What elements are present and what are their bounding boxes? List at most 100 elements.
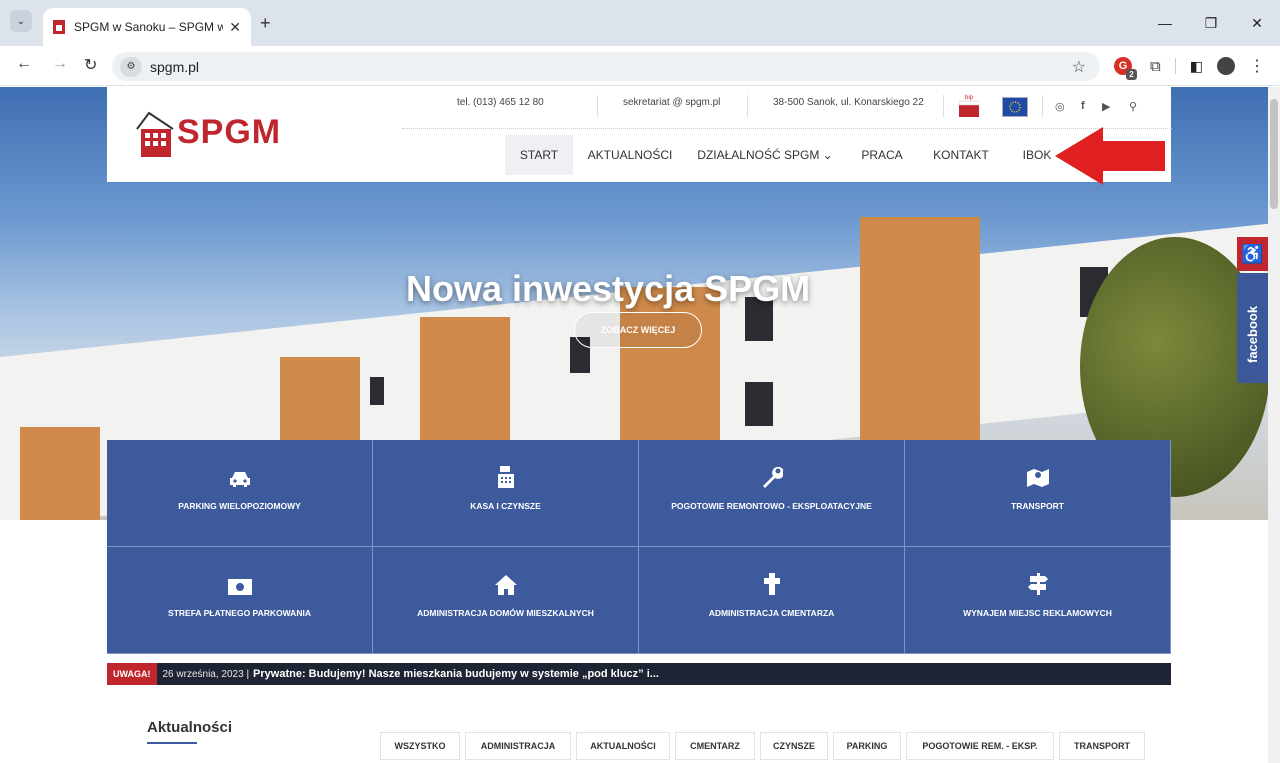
divider <box>943 95 944 117</box>
bip-label: bip <box>965 95 974 101</box>
facebook-side-tab[interactable]: facebook <box>1237 273 1268 383</box>
url-text: spgm.pl <box>150 58 200 75</box>
cross-icon <box>763 573 780 595</box>
tile-label: WYNAJEM MIEJSC REKLAMOWYCH <box>963 608 1112 618</box>
filter-administracja[interactable]: ADMINISTRACJA <box>465 732 571 760</box>
tile-cmentarz[interactable]: ADMINISTRACJA CMENTARZA <box>639 547 905 654</box>
filter-czynsze[interactable]: CZYNSZE <box>760 732 828 760</box>
extension-toolbar: G2 ⧉ ◧ ⋮ <box>1114 56 1265 80</box>
menu-item-start[interactable]: START <box>505 135 573 175</box>
services-grid: PARKING WIELOPOZIOMOWY KASA I CZYNSZE PO… <box>107 440 1171 654</box>
toolbar-divider <box>1174 58 1176 74</box>
news-section-title: Aktualności <box>147 719 233 736</box>
car-icon <box>229 472 250 487</box>
tile-kasa[interactable]: KASA I CZYNSZE <box>373 440 639 547</box>
ticker-date: 26 września, 2023 | <box>162 668 250 680</box>
side-panel-icon[interactable]: ◧ <box>1190 58 1203 75</box>
tile-parking[interactable]: PARKING WIELOPOZIOMOWY <box>107 440 373 547</box>
accessibility-icon[interactable]: ♿ <box>1237 237 1268 271</box>
extension-badge: 2 <box>1126 69 1137 80</box>
tab-close-button[interactable]: ✕ <box>229 19 241 36</box>
web-page: SPGM tel. (013) 465 12 80 sekretariat @ … <box>0 87 1268 763</box>
signpost-icon <box>1027 573 1048 595</box>
logo-text: SPGM <box>177 113 282 151</box>
browser-tab[interactable]: SPGM w Sanoku – SPGM w San ✕ <box>43 8 251 46</box>
eu-stars-icon <box>1009 101 1021 113</box>
section-underline <box>147 742 197 744</box>
house-icon <box>494 575 517 595</box>
address-bar[interactable]: ⚙ spgm.pl ☆ <box>112 52 1100 81</box>
tile-label: KASA I CZYNSZE <box>470 501 541 511</box>
filter-cmentarz[interactable]: CMENTARZ <box>675 732 755 760</box>
annotation-arrow-icon <box>1055 127 1165 185</box>
scrollbar-thumb[interactable] <box>1270 99 1278 209</box>
tile-transport[interactable]: TRANSPORT <box>905 440 1171 547</box>
restore-button[interactable]: ❐ <box>1188 0 1234 46</box>
divider <box>1042 95 1043 117</box>
tile-label: PARKING WIELOPOZIOMOWY <box>178 501 301 511</box>
filter-transport[interactable]: TRANSPORT <box>1059 732 1145 760</box>
divider <box>747 95 748 117</box>
hero-title: Nowa inwestycja SPGM <box>406 268 811 309</box>
cash-register-icon <box>497 466 514 488</box>
instagram-icon[interactable]: ◎ <box>1055 100 1065 113</box>
profile-avatar-icon[interactable] <box>1216 57 1235 75</box>
phone-text[interactable]: tel. (013) 465 12 80 <box>457 97 544 108</box>
eu-flag-icon[interactable] <box>1002 97 1028 117</box>
reload-icon[interactable]: ↻ <box>84 55 97 75</box>
building-balcony-block <box>20 427 100 520</box>
minimize-button[interactable]: — <box>1142 0 1188 46</box>
map-icon <box>1026 469 1049 487</box>
page-scrollbar[interactable] <box>1268 87 1280 763</box>
menu-item-praca[interactable]: PRACA <box>852 135 912 175</box>
tile-label: ADMINISTRACJA DOMÓW MIESZKALNYCH <box>417 608 594 618</box>
new-tab-button[interactable]: + <box>260 13 271 34</box>
building-window <box>745 382 773 426</box>
tile-label: ADMINISTRACJA CMENTARZA <box>708 608 835 618</box>
facebook-icon[interactable]: f <box>1081 100 1085 112</box>
spgm-logo[interactable]: SPGM <box>135 107 305 157</box>
wrench-icon <box>762 466 783 488</box>
filter-pogotowie[interactable]: POGOTOWIE REM. - EKSP. <box>906 732 1054 760</box>
browser-tab-bar: ⌄ SPGM w Sanoku – SPGM w San ✕ + — ❐ ✕ <box>0 0 1280 46</box>
tile-pogotowie[interactable]: POGOTOWIE REMONTOWO - EKSPLOATACYJNE <box>639 440 905 547</box>
address-text: 38-500 Sanok, ul. Konarskiego 22 <box>773 97 924 108</box>
bip-logo[interactable]: bip <box>958 95 980 117</box>
close-window-button[interactable]: ✕ <box>1234 0 1280 46</box>
site-header: SPGM tel. (013) 465 12 80 sekretariat @ … <box>107 87 1172 182</box>
filter-wszystko[interactable]: WSZYSTKO <box>380 732 460 760</box>
window-controls: — ❐ ✕ <box>1142 0 1280 46</box>
facebook-side-label: facebook <box>1245 305 1260 363</box>
filter-parking[interactable]: PARKING <box>833 732 901 760</box>
site-info-icon[interactable]: ⚙ <box>120 56 142 77</box>
email-text[interactable]: sekretariat @ spgm.pl <box>623 97 720 108</box>
menu-item-kontakt[interactable]: KONTAKT <box>925 135 997 175</box>
money-icon <box>227 579 252 595</box>
tile-label: POGOTOWIE REMONTOWO - EKSPLOATACYJNE <box>671 501 872 511</box>
menu-item-dzialalnosc[interactable]: DZIAŁALNOŚĆ SPGM ⌄ <box>697 135 833 175</box>
extension-icon[interactable]: G2 <box>1114 57 1137 80</box>
back-icon[interactable]: ← <box>16 55 32 73</box>
menu-item-aktualnosci[interactable]: AKTUALNOŚCI <box>585 135 675 175</box>
forward-icon[interactable]: → <box>52 55 68 73</box>
tab-search-button[interactable]: ⌄ <box>10 10 32 32</box>
tab-title: SPGM w Sanoku – SPGM w San <box>74 20 224 34</box>
divider <box>597 95 598 117</box>
ticker-headline[interactable]: Prywatne: Budujemy! Nasze mieszkania bud… <box>253 668 659 680</box>
building-window <box>370 377 384 405</box>
hero-more-button[interactable]: ZOBACZ WIĘCEJ <box>574 312 702 348</box>
tile-strefa[interactable]: STREFA PŁATNEGO PARKOWANIA <box>107 547 373 654</box>
tile-label: STREFA PŁATNEGO PARKOWANIA <box>168 608 311 618</box>
tile-administracja-domow[interactable]: ADMINISTRACJA DOMÓW MIESZKALNYCH <box>373 547 639 654</box>
extensions-puzzle-icon[interactable]: ⧉ <box>1150 58 1161 75</box>
youtube-icon[interactable]: ▶ <box>1102 100 1110 113</box>
browser-toolbar: ← → ↻ ⚙ spgm.pl ☆ G2 ⧉ ◧ ⋮ <box>0 46 1280 86</box>
bookmark-star-icon[interactable]: ☆ <box>1072 57 1086 77</box>
filter-aktualnosci[interactable]: AKTUALNOŚCI <box>576 732 670 760</box>
tile-reklama[interactable]: WYNAJEM MIEJSC REKLAMOWYCH <box>905 547 1171 654</box>
news-ticker[interactable]: UWAGA! 26 września, 2023 | Prywatne: Bud… <box>107 663 1171 685</box>
favicon-icon <box>53 20 65 34</box>
menu-kebab-icon[interactable]: ⋮ <box>1249 56 1265 76</box>
logo-building-icon <box>136 111 174 157</box>
search-icon[interactable]: ⚲ <box>1129 100 1137 113</box>
